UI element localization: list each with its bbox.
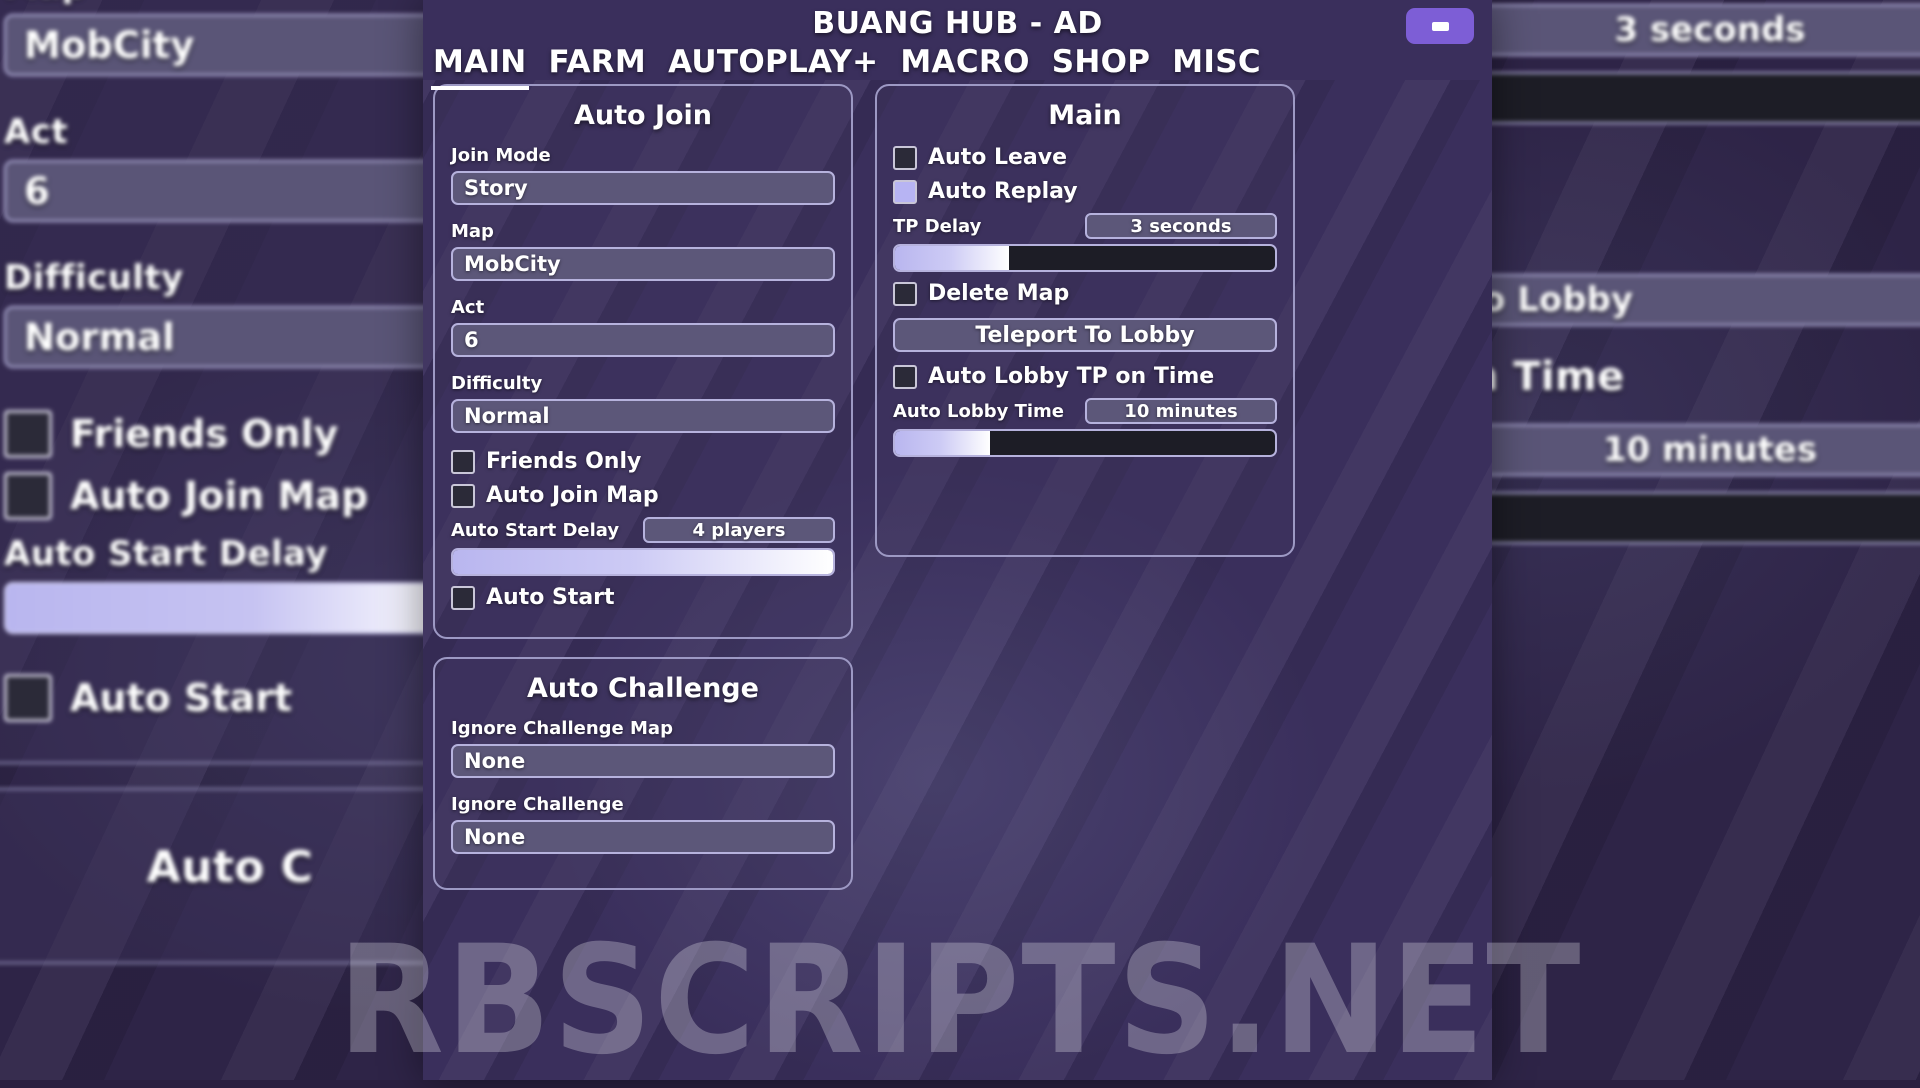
- left-column: Auto Join Join Mode Story Map MobCity Ac…: [433, 84, 853, 908]
- bg-left-difficulty-label: Difficulty: [4, 258, 456, 298]
- bg-right-auto-lobby-time-value: 10 minutes: [1470, 424, 1920, 476]
- hub-window: BUANG HUB - AD MAIN FARM AUTOPLAY+ MACRO…: [423, 0, 1492, 1080]
- friends-only-checkbox[interactable]: [451, 450, 475, 474]
- auto-start-delay-slider-fill: [453, 550, 833, 574]
- auto-start-delay-value: 4 players: [643, 517, 835, 543]
- right-column: Main Auto Leave Auto Replay TP Delay 3 s…: [875, 84, 1295, 908]
- bg-right-teleport-label: o Lobby: [1470, 274, 1920, 326]
- auto-replay-label: Auto Replay: [928, 179, 1078, 204]
- bg-left-difficulty-value: Normal: [4, 306, 456, 368]
- background-left-panel: Map MobCity Act 6 Difficulty Normal Frie…: [0, 0, 480, 964]
- bg-left-auto-start-checkbox: [4, 674, 52, 722]
- auto-leave-label: Auto Leave: [928, 145, 1067, 170]
- auto-join-card: Auto Join Join Mode Story Map MobCity Ac…: [433, 84, 853, 639]
- bg-left-auto-start-row: Auto Start: [4, 674, 456, 722]
- bg-left-auto-join-map-row: Auto Join Map: [4, 472, 456, 520]
- main-card-body: Auto Leave Auto Replay TP Delay 3 second…: [893, 145, 1277, 537]
- bg-left-auto-join-map-label: Auto Join Map: [70, 474, 368, 518]
- delete-map-checkbox[interactable]: [893, 282, 917, 306]
- map-dropdown[interactable]: MobCity: [451, 247, 835, 281]
- title-bar[interactable]: BUANG HUB - AD MAIN FARM AUTOPLAY+ MACRO…: [423, 0, 1492, 80]
- teleport-to-lobby-button[interactable]: Teleport To Lobby: [893, 318, 1277, 352]
- auto-replay-checkbox[interactable]: [893, 180, 917, 204]
- auto-lobby-time-slider-fill: [895, 431, 990, 455]
- auto-join-map-checkbox[interactable]: [451, 484, 475, 508]
- bg-left-auto-start-delay-slider: [4, 582, 456, 634]
- act-dropdown[interactable]: 6: [451, 323, 835, 357]
- main-card: Main Auto Leave Auto Replay TP Delay 3 s…: [875, 84, 1295, 557]
- auto-start-label: Auto Start: [486, 585, 615, 610]
- auto-replay-row[interactable]: Auto Replay: [893, 179, 1277, 204]
- delete-map-row[interactable]: Delete Map: [893, 281, 1277, 306]
- tab-farm[interactable]: FARM: [547, 44, 649, 90]
- tab-autoplay[interactable]: AUTOPLAY+: [666, 44, 880, 90]
- bg-left-auto-start-delay-label: Auto Start Delay: [4, 534, 456, 574]
- tab-main[interactable]: MAIN: [431, 44, 529, 90]
- auto-leave-row[interactable]: Auto Leave: [893, 145, 1277, 170]
- auto-start-delay-label: Auto Start Delay: [451, 520, 619, 541]
- auto-join-title: Auto Join: [451, 100, 835, 131]
- auto-challenge-card: Auto Challenge Ignore Challenge Map None…: [433, 657, 853, 890]
- bg-left-auto-join-map-checkbox: [4, 472, 52, 520]
- tp-delay-value: 3 seconds: [1085, 213, 1277, 239]
- tp-delay-label: TP Delay: [893, 216, 981, 237]
- auto-join-map-row[interactable]: Auto Join Map: [451, 483, 835, 508]
- auto-start-delay-head: Auto Start Delay 4 players: [451, 517, 835, 543]
- ignore-challenge-label: Ignore Challenge: [451, 794, 835, 815]
- tab-macro[interactable]: MACRO: [898, 44, 1031, 90]
- friends-only-row[interactable]: Friends Only: [451, 449, 835, 474]
- minimize-button[interactable]: [1406, 8, 1474, 44]
- bg-left-auto-challenge-title: Auto C: [4, 842, 456, 893]
- difficulty-label: Difficulty: [451, 373, 835, 394]
- auto-lobby-time-slider[interactable]: [893, 429, 1277, 457]
- minus-icon: [1432, 22, 1449, 31]
- delete-map-label: Delete Map: [928, 281, 1069, 306]
- auto-lobby-time-label: Auto Lobby Time: [893, 401, 1064, 422]
- bg-right-tp-delay-value: 3 seconds: [1470, 4, 1920, 56]
- bg-left-act-label: Act: [4, 112, 456, 152]
- join-mode-label: Join Mode: [451, 145, 835, 166]
- auto-lobby-time-head: Auto Lobby Time 10 minutes: [893, 398, 1277, 424]
- ignore-challenge-map-dropdown[interactable]: None: [451, 744, 835, 778]
- join-mode-dropdown[interactable]: Story: [451, 171, 835, 205]
- tp-delay-slider[interactable]: [893, 244, 1277, 272]
- bg-right-tp-delay-slider: [1470, 72, 1920, 124]
- friends-only-label: Friends Only: [486, 449, 641, 474]
- bg-left-act-value: 6: [4, 160, 456, 222]
- content-area: Auto Join Join Mode Story Map MobCity Ac…: [423, 80, 1492, 908]
- auto-start-row[interactable]: Auto Start: [451, 585, 835, 610]
- bg-left-auto-start-label: Auto Start: [70, 676, 292, 720]
- bg-right-on-time-label: n Time: [1470, 354, 1920, 400]
- bg-right-auto-lobby-slider: [1470, 492, 1920, 544]
- ignore-challenge-map-label: Ignore Challenge Map: [451, 718, 835, 739]
- act-label: Act: [451, 297, 835, 318]
- bg-left-map-value: MobCity: [4, 14, 456, 76]
- auto-join-map-label: Auto Join Map: [486, 483, 659, 508]
- background-right-panel: 3 seconds o Lobby n Time 10 minutes: [1470, 4, 1920, 544]
- difficulty-dropdown[interactable]: Normal: [451, 399, 835, 433]
- auto-start-checkbox[interactable]: [451, 586, 475, 610]
- main-title: Main: [893, 100, 1277, 131]
- bg-left-friends-only-checkbox: [4, 410, 52, 458]
- auto-leave-checkbox[interactable]: [893, 146, 917, 170]
- tp-delay-head: TP Delay 3 seconds: [893, 213, 1277, 239]
- bg-left-friends-only-row: Friends Only: [4, 410, 456, 458]
- bg-left-map-label: Map: [4, 0, 456, 6]
- ignore-challenge-dropdown[interactable]: None: [451, 820, 835, 854]
- auto-start-delay-slider[interactable]: [451, 548, 835, 576]
- tp-delay-slider-fill: [895, 246, 1009, 270]
- tab-bar: MAIN FARM AUTOPLAY+ MACRO SHOP MISC: [431, 44, 1263, 90]
- tab-shop[interactable]: SHOP: [1050, 44, 1153, 90]
- auto-lobby-tp-checkbox[interactable]: [893, 365, 917, 389]
- auto-lobby-tp-row[interactable]: Auto Lobby TP on Time: [893, 364, 1277, 389]
- auto-lobby-time-value: 10 minutes: [1085, 398, 1277, 424]
- map-label: Map: [451, 221, 835, 242]
- bg-left-friends-only-label: Friends Only: [70, 412, 338, 456]
- app-title: BUANG HUB - AD: [423, 6, 1492, 41]
- auto-lobby-tp-label: Auto Lobby TP on Time: [928, 364, 1214, 389]
- auto-challenge-title: Auto Challenge: [451, 673, 835, 704]
- tab-misc[interactable]: MISC: [1170, 44, 1263, 90]
